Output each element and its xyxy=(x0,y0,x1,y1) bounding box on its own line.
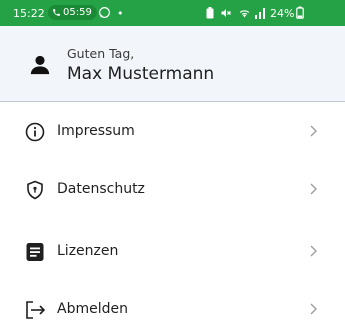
wifi-icon xyxy=(239,10,250,18)
status-bar: 15:22 05:59 • 24% xyxy=(0,0,345,26)
logout-icon xyxy=(26,301,46,319)
greeting-header: Guten Tag, Max Mustermann xyxy=(0,26,345,102)
menu-item-impressum[interactable]: Impressum xyxy=(0,108,345,156)
menu-item-label: Impressum xyxy=(57,123,135,139)
user-name: Max Mustermann xyxy=(67,64,215,84)
chevron-right-icon xyxy=(310,183,317,195)
whatsapp-icon xyxy=(99,7,110,18)
menu-item-abmelden[interactable]: Abmelden xyxy=(0,286,345,334)
shield-icon xyxy=(27,180,43,200)
person-icon xyxy=(30,55,50,75)
menu-item-lizenzen[interactable]: Lizenzen xyxy=(0,228,345,276)
document-icon xyxy=(26,243,44,261)
menu-item-label: Lizenzen xyxy=(57,243,119,259)
greeting-text: Guten Tag, xyxy=(67,46,135,61)
menu-item-datenschutz[interactable]: Datenschutz xyxy=(0,166,345,214)
status-dot: • xyxy=(117,7,124,20)
battery-percent: 24% xyxy=(270,7,295,20)
battery-saver-icon xyxy=(206,7,214,19)
chevron-right-icon xyxy=(310,303,317,315)
status-time: 15:22 xyxy=(13,7,45,20)
phone-icon xyxy=(53,9,60,16)
mute-icon xyxy=(221,9,231,17)
chevron-right-icon xyxy=(310,245,317,257)
menu-item-label: Abmelden xyxy=(57,301,128,317)
call-duration: 05:59 xyxy=(63,7,92,18)
chevron-right-icon xyxy=(310,125,317,137)
signal-icon xyxy=(255,8,265,19)
battery-icon xyxy=(296,6,304,19)
call-indicator[interactable]: 05:59 xyxy=(48,5,97,20)
info-icon xyxy=(25,122,45,142)
menu-item-label: Datenschutz xyxy=(57,181,145,197)
